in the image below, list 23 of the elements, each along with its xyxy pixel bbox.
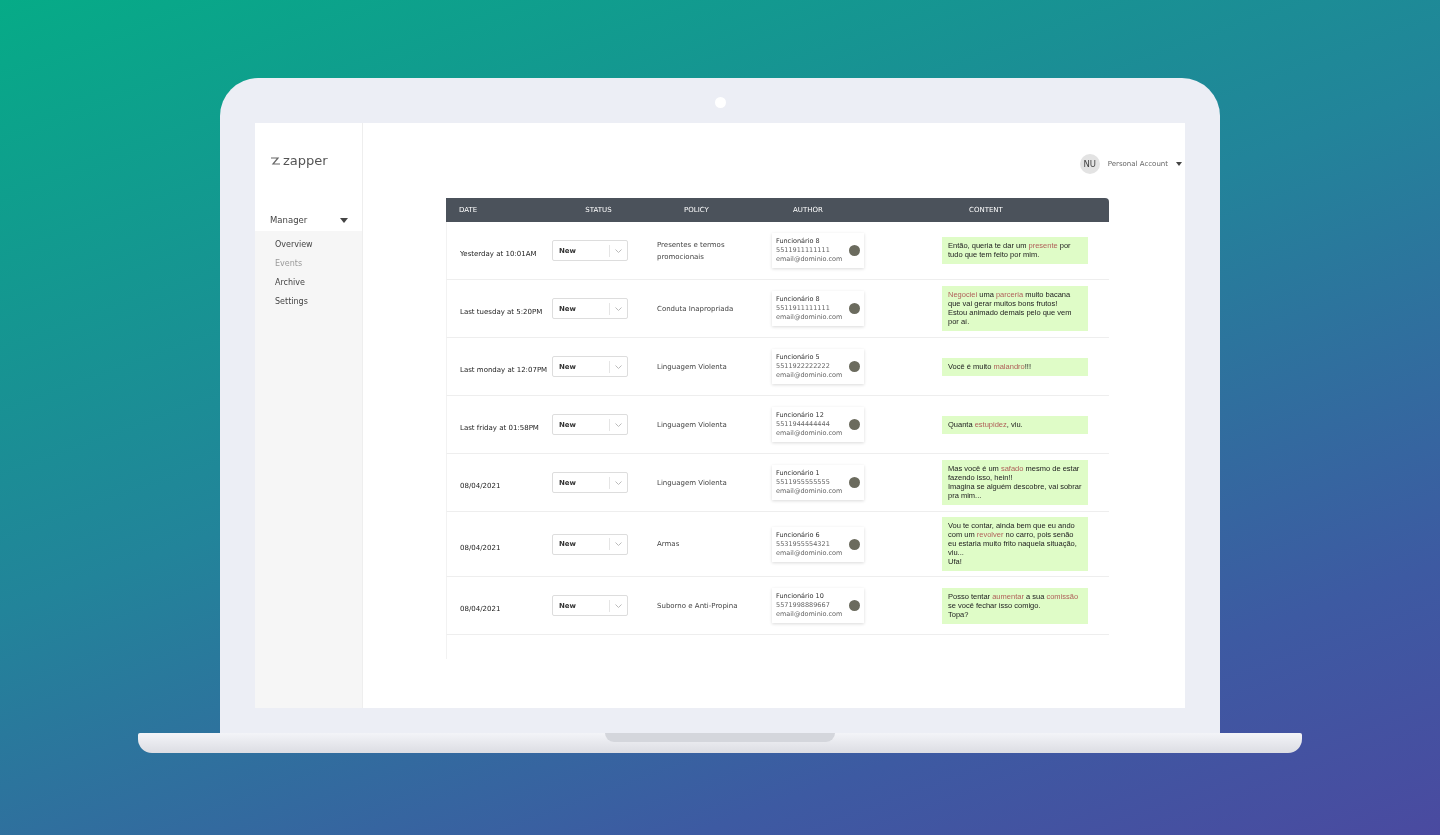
chevron-down-icon [615,480,622,485]
logo-icon [270,156,282,165]
sidebar-item[interactable]: Archive [255,273,362,292]
avatar-photo-placeholder [849,477,860,488]
logo-text: zapper [283,153,328,168]
chevron-down-icon [615,542,622,546]
caret-icon [340,217,348,223]
chevron-down-icon [615,603,622,608]
caret-icon[interactable] [1176,162,1182,166]
sidebar-item[interactable]: Overview [255,235,362,254]
sidebar-item[interactable]: Settings [255,292,362,311]
account-avatar[interactable]: NU [1079,154,1100,174]
chevron-down-icon [615,306,622,311]
chevron-down-icon [615,248,622,253]
avatar-photo-placeholder [849,600,860,611]
avatar-photo-placeholder [849,303,860,314]
avatar-photo-placeholder [849,419,860,430]
chevron-down-icon [615,422,622,427]
avatar-photo-placeholder [849,245,860,256]
avatar-photo-placeholder [849,361,860,372]
menu-section-toggle[interactable]: Manager [255,213,362,227]
avatar-photo-placeholder [849,538,860,550]
chevron-down-icon [615,364,622,369]
